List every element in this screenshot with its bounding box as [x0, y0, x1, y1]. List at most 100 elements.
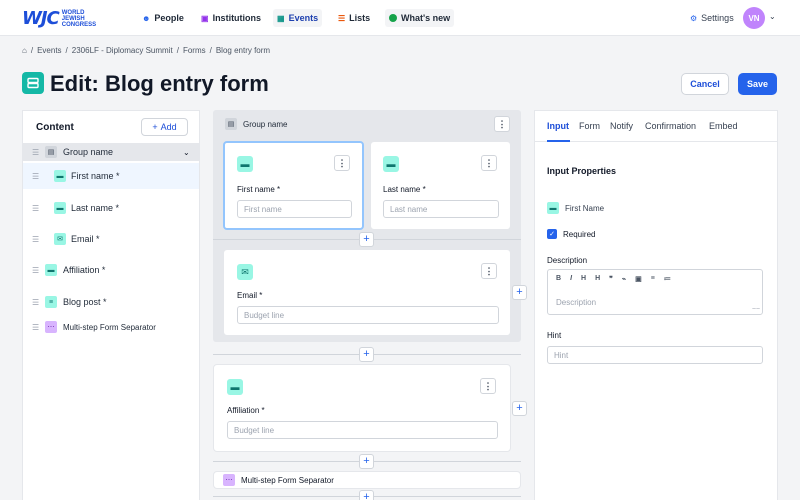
- field-label: Last name *: [383, 185, 426, 194]
- content-item-label: Email *: [71, 234, 100, 244]
- field-name-row: ▬ First Name: [547, 202, 604, 214]
- separator-card[interactable]: ⋯ Multi-step Form Separator: [213, 471, 521, 489]
- separator-label: Multi-step Form Separator: [241, 475, 334, 485]
- drag-handle-icon[interactable]: ☰: [32, 204, 39, 213]
- group-icon: ▤: [225, 118, 237, 130]
- field-menu-icon[interactable]: ⋮: [481, 155, 497, 171]
- content-item-email[interactable]: ☰ ✉ Email *: [23, 226, 199, 252]
- content-item-label: Multi-step Form Separator: [63, 322, 156, 332]
- bold-icon[interactable]: B: [556, 275, 561, 283]
- field-label: First name *: [237, 185, 281, 194]
- quote-icon[interactable]: ❞: [609, 275, 613, 283]
- image-icon[interactable]: ▣: [635, 275, 642, 283]
- drag-handle-icon[interactable]: ☰: [32, 235, 39, 244]
- text-field-icon: ▬: [45, 264, 57, 276]
- required-checkbox-row[interactable]: ✓ Required: [547, 229, 595, 239]
- add-field-plus-icon[interactable]: +: [359, 347, 374, 362]
- field-menu-icon[interactable]: ⋮: [481, 263, 497, 279]
- nav-whats-new[interactable]: What's new: [385, 9, 455, 27]
- content-item-affiliation[interactable]: ☰ ▬ Affiliation *: [23, 257, 199, 283]
- tab-notify[interactable]: Notify: [610, 121, 633, 131]
- tab-confirmation[interactable]: Confirmation: [645, 121, 696, 131]
- breadcrumb-item[interactable]: 2306LF - Diplomacy Summit: [72, 46, 173, 55]
- chevron-down-icon[interactable]: ⌄: [769, 12, 776, 21]
- cancel-button[interactable]: Cancel: [681, 73, 729, 95]
- logo-mark: WJC: [22, 8, 60, 29]
- breadcrumb-item[interactable]: Events: [37, 46, 61, 55]
- nav-lists-label: Lists: [349, 13, 371, 23]
- description-editor[interactable]: B I H H ❞ ⌁ ▣ ≡ ≔ Description −−: [547, 269, 763, 315]
- field-label: Affiliation *: [227, 406, 265, 415]
- heading-icon[interactable]: H: [581, 275, 586, 283]
- save-button[interactable]: Save: [738, 73, 777, 95]
- text-field-icon: ▬: [227, 379, 243, 395]
- email-input[interactable]: [237, 306, 499, 324]
- field-card-email[interactable]: ✉ ⋮ Email *: [223, 249, 511, 336]
- first-name-input[interactable]: [237, 200, 352, 218]
- add-button[interactable]: + Add: [141, 118, 188, 136]
- required-checkbox[interactable]: ✓: [547, 229, 557, 239]
- content-group-row[interactable]: ☰ ▤ Group name ⌄: [23, 143, 199, 161]
- field-card-last-name[interactable]: ▬ ⋮ Last name *: [370, 141, 511, 230]
- add-column-plus-icon[interactable]: +: [512, 285, 527, 300]
- field-card-affiliation[interactable]: ▬ ⋮ Affiliation *: [213, 364, 511, 452]
- text-field-icon: ▬: [237, 156, 253, 172]
- tab-input[interactable]: Input: [547, 121, 569, 131]
- field-menu-icon[interactable]: ⋮: [334, 155, 350, 171]
- add-field-plus-icon[interactable]: +: [359, 232, 374, 247]
- group-header: ▤ Group name: [225, 118, 287, 130]
- content-group-label: Group name: [63, 147, 114, 157]
- drag-handle-icon[interactable]: ☰: [32, 148, 39, 157]
- link-icon[interactable]: ⌁: [622, 275, 626, 283]
- drag-handle-icon[interactable]: ☰: [32, 172, 39, 181]
- last-name-input[interactable]: [383, 200, 499, 218]
- affiliation-input[interactable]: [227, 421, 498, 439]
- content-item-blog-post[interactable]: ☰ ≡ Blog post *: [23, 289, 199, 315]
- chevron-down-icon[interactable]: ⌄: [183, 148, 190, 157]
- content-item-label: Last name *: [71, 203, 120, 213]
- content-item-separator[interactable]: ☰ ⋯ Multi-step Form Separator: [23, 314, 199, 340]
- calendar-icon: ▦: [277, 13, 285, 23]
- content-item-label: Blog post *: [63, 297, 107, 307]
- group-menu-icon[interactable]: ⋮: [494, 116, 510, 132]
- resize-handle-icon[interactable]: −−: [752, 306, 760, 313]
- bullet-list-icon[interactable]: ≡: [651, 275, 655, 283]
- hint-input[interactable]: [547, 346, 763, 364]
- tab-embed[interactable]: Embed: [709, 121, 738, 131]
- drag-handle-icon[interactable]: ☰: [32, 266, 39, 275]
- required-label: Required: [563, 229, 596, 239]
- nav-lists[interactable]: ☰ Lists: [334, 9, 374, 27]
- add-field-plus-icon[interactable]: +: [359, 454, 374, 469]
- drag-handle-icon[interactable]: ☰: [32, 298, 39, 307]
- separator-icon: ⋯: [223, 474, 235, 486]
- group-block[interactable]: ▤ Group name ⋮ ▬ ⋮ First name * ▬ ⋮ Last…: [213, 110, 521, 342]
- field-label: Email *: [237, 291, 263, 300]
- properties-title: Input Properties: [547, 166, 617, 176]
- separator-icon: ⋯: [45, 321, 57, 333]
- numbered-list-icon[interactable]: ≔: [664, 275, 671, 283]
- italic-icon[interactable]: I: [570, 275, 572, 283]
- settings-link[interactable]: ⚙ Settings: [686, 9, 738, 27]
- add-column-plus-icon[interactable]: +: [512, 401, 527, 416]
- content-item-label: Affiliation *: [63, 265, 106, 275]
- nav-institutions[interactable]: ▣ Institutions: [197, 9, 265, 27]
- list-icon: ☰: [338, 13, 346, 23]
- field-menu-icon[interactable]: ⋮: [480, 378, 496, 394]
- plus-icon: +: [152, 122, 158, 132]
- person-icon: ☻: [142, 13, 151, 23]
- nav-events-label: Events: [288, 13, 319, 23]
- tab-form[interactable]: Form: [579, 121, 600, 131]
- content-item-first-name[interactable]: ☰ ▬ First name *: [23, 163, 199, 189]
- breadcrumb-item[interactable]: Forms: [183, 46, 206, 55]
- heading-2-icon[interactable]: H: [595, 275, 600, 283]
- home-icon[interactable]: ⌂: [22, 46, 27, 55]
- avatar[interactable]: VN: [743, 7, 765, 29]
- content-item-last-name[interactable]: ☰ ▬ Last name *: [23, 195, 199, 221]
- field-card-first-name[interactable]: ▬ ⋮ First name *: [223, 141, 364, 230]
- nav-events[interactable]: ▦ Events: [273, 9, 323, 27]
- drag-handle-icon[interactable]: ☰: [32, 323, 39, 332]
- wjc-logo[interactable]: WJC WORLD JEWISH CONGRESS: [22, 8, 102, 29]
- nav-people[interactable]: ☻ People: [138, 9, 188, 27]
- add-field-plus-icon[interactable]: +: [359, 490, 374, 500]
- properties-panel: Input Form Notify Confirmation Embed Inp…: [534, 110, 778, 500]
